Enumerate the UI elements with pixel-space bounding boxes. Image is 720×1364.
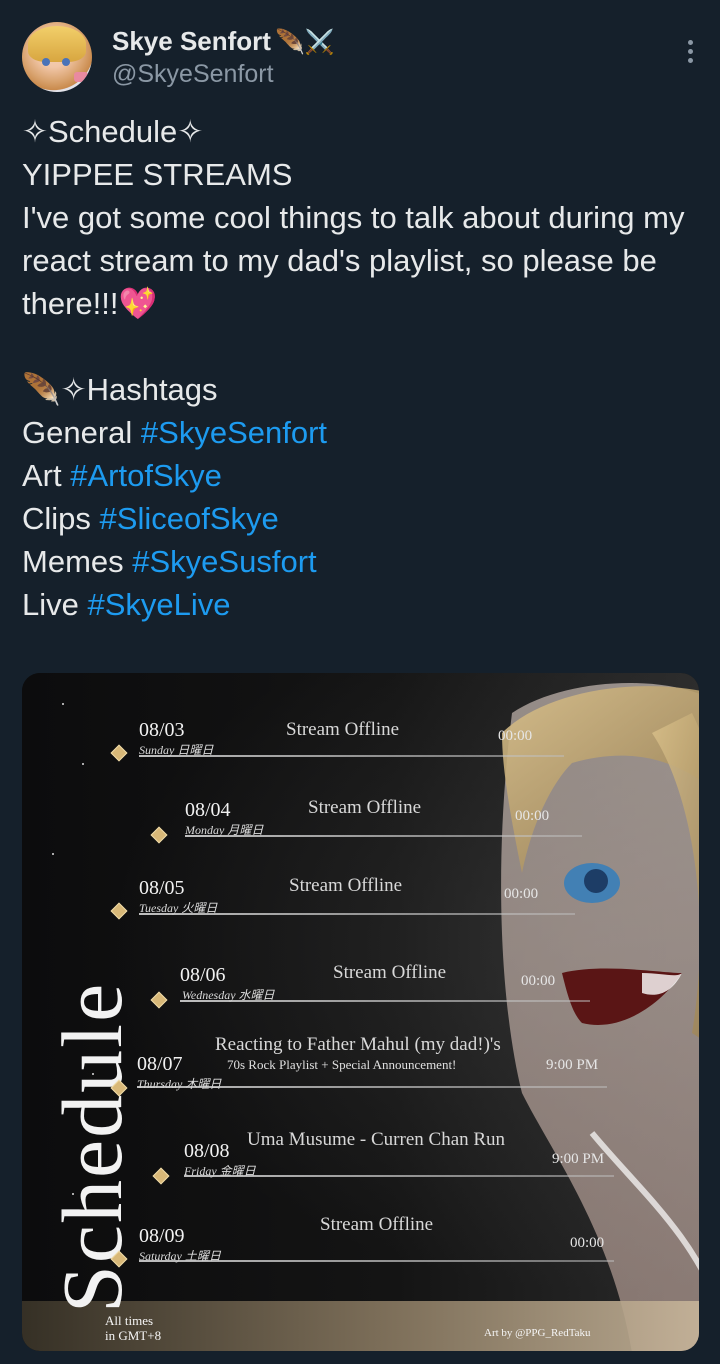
hashtag-label: Live <box>22 587 79 622</box>
schedule-line <box>139 755 564 757</box>
avatar-eye <box>42 58 50 66</box>
schedule-event: Stream Offline <box>286 719 400 740</box>
schedule-line <box>139 1260 614 1262</box>
tweet-line: ✧Schedule✧ <box>22 114 204 149</box>
hashtag-link[interactable]: #SkyeSusfort <box>132 544 316 579</box>
hashtag-link[interactable]: #SliceofSkye <box>100 501 279 536</box>
schedule-date: 08/04 <box>185 799 231 821</box>
schedule-day: Thursday 木曜日 <box>137 1077 222 1091</box>
schedule-event: Reacting to Father Mahul (my dad!)'s <box>215 1034 501 1055</box>
schedule-line <box>184 1175 614 1177</box>
schedule-title: Schedule <box>44 981 140 1313</box>
schedule-event: Stream Offline <box>308 797 422 818</box>
tweet-line: YIPPEE STREAMS <box>22 157 293 192</box>
schedule-date: 08/08 <box>184 1140 230 1162</box>
tweet-header: Skye Senfort 🪶⚔️ @SkyeSenfort <box>22 22 702 92</box>
hashtag-label: General <box>22 415 133 450</box>
hashtag-line: General #SkyeSenfort <box>22 411 702 454</box>
schedule-event: Stream Offline <box>320 1214 434 1235</box>
schedule-line <box>139 913 575 915</box>
avatar-eye <box>62 58 70 66</box>
schedule-time: 9:00 PM <box>552 1151 605 1167</box>
tweet-text: ✧Schedule✧ YIPPEE STREAMS I've got some … <box>22 110 702 626</box>
schedule-line <box>180 1000 590 1002</box>
schedule-date: 08/05 <box>139 877 185 899</box>
hashtag-line: Memes #SkyeSusfort <box>22 540 702 583</box>
schedule-line <box>185 835 582 837</box>
schedule-time: 00:00 <box>498 728 533 744</box>
avatar[interactable] <box>22 22 92 92</box>
schedule-time: 9:00 PM <box>546 1057 599 1073</box>
schedule-time: 00:00 <box>504 886 539 902</box>
schedule-date: 08/06 <box>180 964 226 986</box>
schedule-event: Uma Musume - Curren Chan Run <box>247 1129 506 1150</box>
avatar-hair <box>28 26 86 62</box>
schedule-time: 00:00 <box>521 973 556 989</box>
more-options-icon[interactable] <box>688 40 694 66</box>
avatar-bow <box>74 72 88 82</box>
hashtags-header: 🪶✧Hashtags <box>22 372 218 407</box>
timezone-note-line: in GMT+8 <box>105 1328 162 1343</box>
hashtag-link[interactable]: #SkyeLive <box>88 587 231 622</box>
schedule-time: 00:00 <box>515 808 550 824</box>
display-name-emoji: 🪶⚔️ <box>274 29 335 56</box>
display-name-text[interactable]: Skye Senfort <box>112 26 271 56</box>
timezone-note: All times in GMT+8 <box>105 1313 161 1343</box>
display-name[interactable]: Skye Senfort 🪶⚔️ <box>112 26 335 57</box>
schedule-time: 00:00 <box>570 1235 605 1251</box>
hashtag-line: Art #ArtofSkye <box>22 454 702 497</box>
timezone-note-line: All times <box>105 1313 154 1328</box>
art-credit: Art by @PPG_RedTaku <box>484 1327 591 1339</box>
schedule-image[interactable]: Schedule 08/03 Sunday 日曜日 Stream Offline… <box>22 673 699 1351</box>
hashtag-link[interactable]: #ArtofSkye <box>70 458 222 493</box>
hashtag-label: Memes <box>22 544 124 579</box>
hashtag-line: Live #SkyeLive <box>22 583 702 626</box>
schedule-line <box>137 1086 607 1088</box>
hashtag-label: Clips <box>22 501 91 536</box>
schedule-date: 08/07 <box>137 1053 183 1075</box>
schedule-event: Stream Offline <box>333 962 447 983</box>
hashtag-link[interactable]: #SkyeSenfort <box>141 415 327 450</box>
schedule-event: Stream Offline <box>289 875 403 896</box>
tweet-line: I've got some cool things to talk about … <box>22 200 685 321</box>
hashtag-label: Art <box>22 458 62 493</box>
schedule-date: 08/03 <box>139 719 185 741</box>
schedule-event-detail: 70s Rock Playlist + Special Announcement… <box>227 1057 457 1072</box>
schedule-date: 08/09 <box>139 1225 185 1247</box>
user-handle[interactable]: @SkyeSenfort <box>112 60 274 89</box>
hashtag-line: Clips #SliceofSkye <box>22 497 702 540</box>
